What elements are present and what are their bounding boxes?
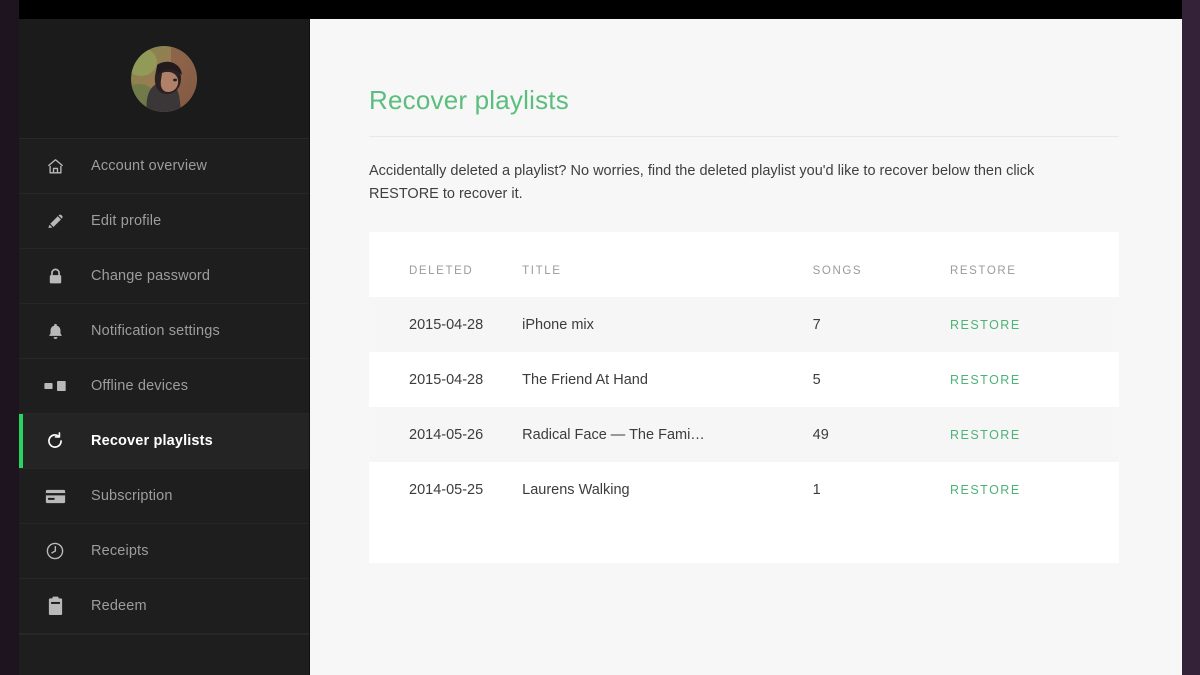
sidebar-item-account-overview[interactable]: Account overview [19, 139, 309, 194]
restore-button[interactable]: RESTORE [950, 373, 1021, 387]
table-body: 2015-04-28 iPhone mix 7 RESTORE 2015-04-… [369, 297, 1119, 517]
sidebar-item-label: Edit profile [91, 213, 162, 229]
sidebar-item-offline-devices[interactable]: Offline devices [19, 359, 309, 414]
cell-songs: 1 [812, 481, 821, 498]
sidebar-item-label: Subscription [91, 488, 173, 504]
sidebar-item-recover-playlists[interactable]: Recover playlists [19, 414, 309, 469]
table-row: 2015-04-28 The Friend At Hand 5 RESTORE [369, 352, 1119, 407]
window-left-edge [0, 0, 19, 675]
sidebar-item-label: Receipts [91, 543, 149, 559]
sidebar-item-edit-profile[interactable]: Edit profile [19, 194, 309, 249]
cell-deleted: 2014-05-26 [369, 407, 523, 462]
cell-title: iPhone mix [522, 297, 813, 352]
sidebar-item-notification-settings[interactable]: Notification settings [19, 304, 309, 359]
playlists-card: DELETED TITLE SONGS RESTORE 2015-04-28 i… [369, 232, 1119, 563]
table-row: 2014-05-25 Laurens Walking 1 RESTORE [369, 462, 1119, 517]
sidebar-item-label: Redeem [91, 598, 147, 614]
sidebar-item-receipts[interactable]: Receipts [19, 524, 309, 579]
cell-deleted: 2014-05-25 [409, 481, 484, 498]
deleted-playlists-table: DELETED TITLE SONGS RESTORE 2015-04-28 i… [369, 232, 1119, 517]
title-divider [369, 136, 1119, 137]
cell-deleted: 2015-04-28 [409, 371, 484, 388]
sidebar-item-label: Offline devices [91, 378, 189, 394]
sidebar-item-change-password[interactable]: Change password [19, 249, 309, 304]
table-header-row: DELETED TITLE SONGS RESTORE [369, 232, 1119, 297]
column-header-deleted: DELETED [409, 265, 474, 277]
avatar[interactable] [131, 45, 197, 112]
cell-songs: 49 [812, 407, 950, 462]
sidebar-item-label: Notification settings [91, 323, 220, 339]
sidebar-item-label: Account overview [91, 158, 208, 174]
cell-songs: 5 [812, 371, 821, 388]
avatar-block [19, 19, 309, 139]
table-head: DELETED TITLE SONGS RESTORE [369, 232, 1119, 297]
sidebar-item-label: Recover playlists [91, 433, 213, 449]
clock-back-icon [19, 541, 91, 561]
avatar-photo-icon [131, 45, 197, 112]
cell-title: Radical Face — The Fami… [522, 407, 813, 462]
cell-title: The Friend At Hand [522, 371, 648, 388]
refresh-icon [19, 431, 91, 451]
sidebar-item-label: Change password [91, 268, 211, 284]
home-icon [19, 157, 91, 176]
main-content: Recover playlists Accidentally deleted a… [310, 19, 1182, 675]
credit-card-icon [19, 488, 91, 505]
page-title: Recover playlists [369, 85, 569, 115]
sidebar-filler [19, 634, 309, 648]
restore-button[interactable]: RESTORE [950, 483, 1021, 497]
bell-icon [19, 322, 91, 341]
sidebar-item-redeem[interactable]: Redeem [19, 579, 309, 634]
window-right-edge [1182, 0, 1200, 675]
restore-button[interactable]: RESTORE [950, 318, 1021, 332]
devices-icon [19, 378, 91, 394]
intro-text: Accidentally deleted a playlist? No worr… [369, 163, 1035, 202]
table-row: 2014-05-26 Radical Face — The Fami… 49 R… [369, 407, 1119, 462]
sidebar-nav: Account overview Edit profile Change pas… [19, 139, 309, 648]
cell-title: Laurens Walking [522, 481, 630, 498]
lock-icon [19, 267, 91, 286]
table-row: 2015-04-28 iPhone mix 7 RESTORE [369, 297, 1119, 352]
column-header-restore: RESTORE [949, 265, 1017, 277]
column-header-songs: SONGS [812, 265, 863, 277]
window-top-edge [0, 0, 1200, 19]
gift-card-icon [19, 596, 91, 617]
sidebar-item-subscription[interactable]: Subscription [19, 469, 309, 524]
column-header-title: TITLE [522, 265, 562, 277]
cell-deleted: 2015-04-28 [369, 297, 523, 352]
restore-button[interactable]: RESTORE [950, 428, 1021, 442]
sidebar: Account overview Edit profile Change pas… [19, 19, 310, 675]
browser-frame: Account overview Edit profile Change pas… [0, 0, 1200, 675]
pencil-icon [19, 212, 91, 231]
cell-songs: 7 [812, 297, 950, 352]
account-settings-app: Account overview Edit profile Change pas… [19, 19, 1182, 675]
